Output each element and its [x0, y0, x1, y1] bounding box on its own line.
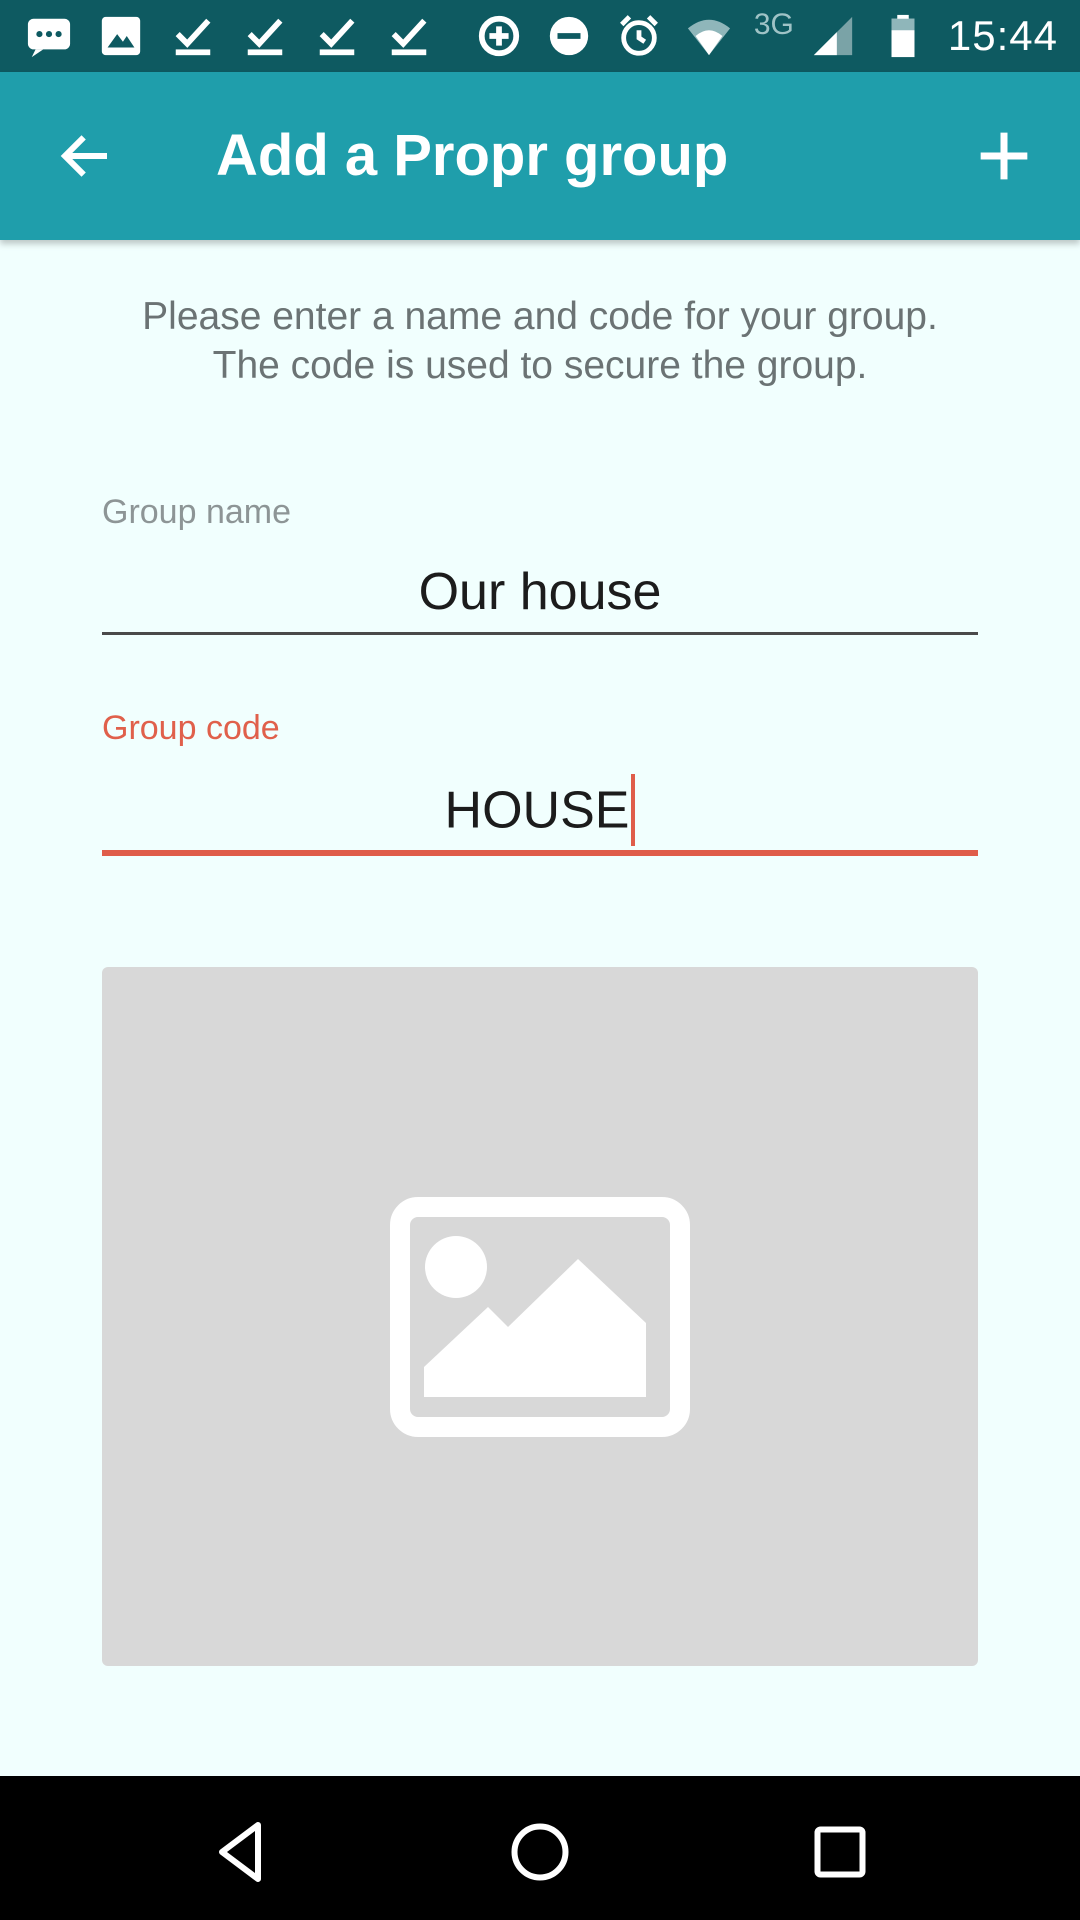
- text-cursor: [631, 774, 636, 846]
- nav-back-button[interactable]: [200, 1812, 280, 1892]
- group-code-input[interactable]: HOUSE: [102, 774, 978, 850]
- wifi-icon: [684, 11, 734, 61]
- download-done-icon: [384, 11, 434, 61]
- page-title: Add a Propr group: [216, 123, 729, 188]
- download-done-icon: [240, 11, 290, 61]
- signal-icon: [808, 11, 858, 61]
- nav-home-button[interactable]: [500, 1812, 580, 1892]
- nav-home-icon: [511, 1823, 569, 1881]
- add-icon: [980, 132, 1028, 180]
- do-not-disturb-icon: [544, 11, 594, 61]
- group-code-field[interactable]: Group code HOUSE: [102, 708, 978, 858]
- add-group-button[interactable]: [968, 120, 1040, 192]
- clock: 15:44: [947, 12, 1058, 59]
- image-placeholder-icon: [390, 1196, 690, 1437]
- download-done-icon: [168, 11, 218, 61]
- nav-recents-button[interactable]: [800, 1812, 880, 1892]
- group-code-underline: [102, 850, 978, 856]
- arrow-back-icon: [60, 135, 107, 177]
- data-saver-icon: [474, 11, 524, 61]
- group-name-label: Group name: [102, 493, 291, 531]
- notification-icons: [0, 11, 434, 61]
- system-icons: 3G 15:44: [474, 0, 1058, 72]
- group-name-underline: [102, 632, 978, 635]
- group-name-input[interactable]: Our house: [102, 562, 978, 622]
- battery-icon: [878, 11, 928, 61]
- messages-icon: [24, 11, 74, 61]
- nav-back-icon: [219, 1822, 261, 1882]
- network-type-label: 3G: [753, 8, 794, 41]
- group-code-value: HOUSE: [444, 781, 630, 840]
- group-name-field[interactable]: Group name Our house: [102, 492, 978, 636]
- screen: 3G 15:44 Add a Propr group Please enter …: [0, 0, 1080, 1920]
- navigation-bar: [0, 1776, 1080, 1920]
- nav-recents-icon: [814, 1826, 866, 1878]
- intro-text: Please enter a name and code for your gr…: [142, 295, 938, 387]
- group-image-picker[interactable]: [102, 967, 978, 1666]
- image-icon: [96, 11, 146, 61]
- download-done-icon: [312, 11, 362, 61]
- back-button[interactable]: [50, 120, 122, 192]
- group-code-label: Group code: [102, 709, 280, 747]
- app-bar: Add a Propr group: [0, 72, 1080, 240]
- alarm-icon: [614, 11, 664, 61]
- status-bar: 3G 15:44: [0, 0, 1080, 72]
